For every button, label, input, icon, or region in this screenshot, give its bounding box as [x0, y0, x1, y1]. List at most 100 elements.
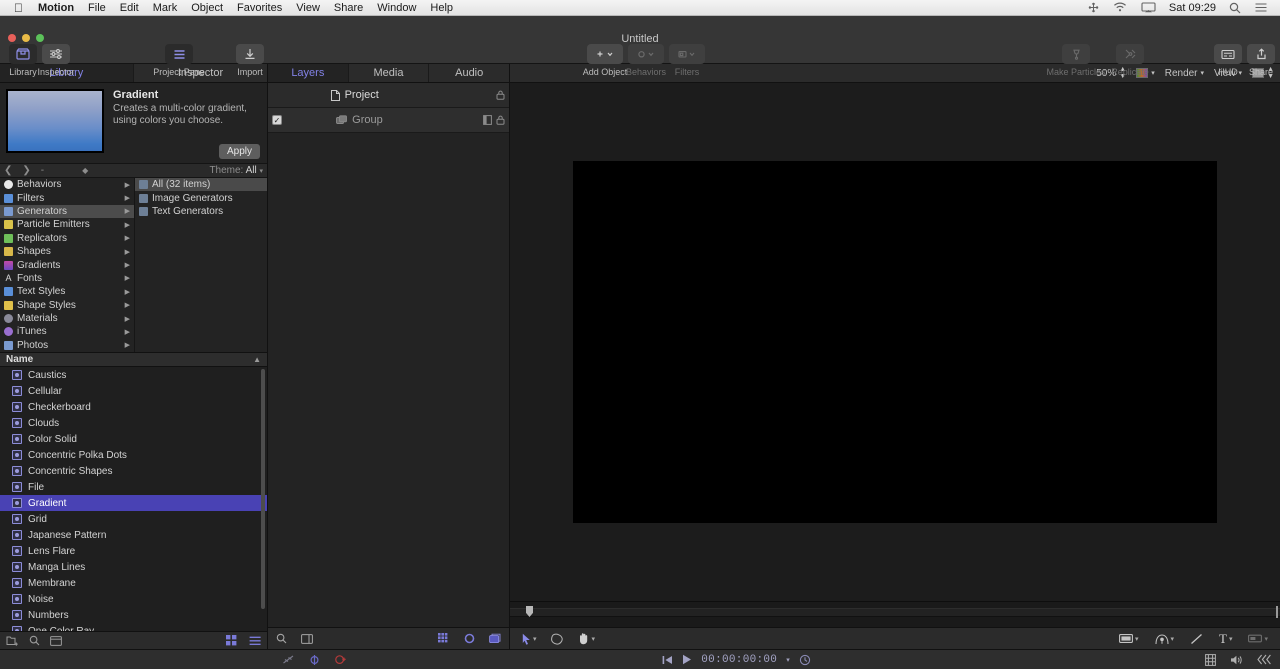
apple-icon[interactable]:  [6, 1, 31, 15]
subcategory-image-generators[interactable]: Image Generators [135, 191, 267, 204]
tab-layers[interactable]: Layers [268, 64, 349, 82]
list-item[interactable]: Membrane [0, 575, 267, 591]
list-item[interactable]: Numbers [0, 607, 267, 623]
menu-item-mark[interactable]: Mark [146, 0, 184, 16]
tab-audio[interactable]: Audio [429, 64, 509, 82]
category-shape-styles[interactable]: Shape Styles ▶ [0, 299, 134, 312]
chevron-down-icon[interactable]: ▾ [786, 656, 790, 664]
clock-icon[interactable] [799, 654, 811, 666]
theme-filter[interactable]: Theme: All ▾ [209, 165, 263, 176]
lock-icon[interactable] [496, 115, 505, 125]
list-item[interactable]: File [0, 479, 267, 495]
layer-row-project[interactable]: Project [268, 83, 509, 108]
screen-mirror-icon[interactable] [1134, 2, 1163, 13]
category-photos[interactable]: Photos ▶ [0, 339, 134, 352]
chevron-right-icon[interactable]: ❯ [22, 165, 30, 176]
library-item-list[interactable]: Caustics Cellular Checkerboard Clouds Co… [0, 367, 267, 631]
menu-item-file[interactable]: File [81, 0, 113, 16]
blend-icon[interactable] [483, 115, 492, 125]
share-button[interactable]: Share [1246, 44, 1276, 77]
filters-button[interactable]: Filters [668, 44, 706, 77]
menu-item-window[interactable]: Window [370, 0, 423, 16]
subcategory-all[interactable]: All (32 items) [135, 178, 267, 192]
inspector-button[interactable]: Inspector [37, 44, 75, 77]
list-item[interactable]: Japanese Pattern [0, 527, 267, 543]
layer-list[interactable]: Project ✓ Group [268, 83, 509, 627]
lock-icon[interactable] [496, 90, 505, 100]
list-item[interactable]: Concentric Shapes [0, 463, 267, 479]
list-item[interactable]: One Color Ray [0, 623, 267, 631]
category-particle-emitters[interactable]: Particle Emitters ▶ [0, 218, 134, 231]
list-item[interactable]: Manga Lines [0, 559, 267, 575]
list-item[interactable]: Grid [0, 511, 267, 527]
filmstrip-icon[interactable] [1205, 653, 1216, 666]
line-tool-icon[interactable] [1190, 633, 1203, 645]
category-shapes[interactable]: Shapes ▶ [0, 245, 134, 258]
layer-row-group[interactable]: ✓ Group [268, 108, 509, 133]
chevron-left-icon[interactable]: ❮ [4, 165, 12, 176]
skip-back-icon[interactable] [662, 655, 673, 665]
sort-stepper-icon[interactable]: ◆ [82, 166, 88, 175]
list-item[interactable]: Lens Flare [0, 543, 267, 559]
shape-tool-icon[interactable] [550, 633, 564, 645]
text-tool[interactable]: T ▾ [1219, 631, 1232, 647]
paint-tool[interactable]: ▾ [1155, 633, 1174, 645]
category-fonts[interactable]: A Fonts ▶ [0, 272, 134, 285]
filters-icon[interactable] [489, 633, 501, 644]
select-tool[interactable]: ▾ [522, 633, 537, 645]
layer-visibility-checkbox[interactable]: ✓ [272, 115, 282, 125]
category-materials[interactable]: Materials ▶ [0, 312, 134, 325]
wifi-icon[interactable] [1106, 2, 1134, 13]
menu-item-motion[interactable]: Motion [31, 0, 81, 16]
timeline-icon[interactable] [1257, 654, 1272, 665]
category-filters[interactable]: Filters ▶ [0, 191, 134, 204]
menu-item-view[interactable]: View [289, 0, 327, 16]
timecode-display[interactable]: 00:00:00:00 [701, 654, 777, 666]
category-replicators[interactable]: Replicators ▶ [0, 232, 134, 245]
timeline-track[interactable] [510, 608, 1280, 617]
list-item[interactable]: Checkerboard [0, 399, 267, 415]
behaviors-button[interactable]: Behaviors [626, 44, 666, 77]
add-object-button[interactable]: Add Object [583, 44, 627, 77]
replicate-button[interactable]: Replicate [1106, 44, 1154, 77]
search-icon[interactable] [276, 633, 287, 644]
list-view-icon[interactable] [249, 635, 261, 646]
list-item[interactable]: Caustics [0, 367, 267, 383]
list-item[interactable]: Clouds [0, 415, 267, 431]
menu-item-object[interactable]: Object [184, 0, 230, 16]
panel-icon[interactable] [301, 633, 313, 644]
audio-icon[interactable] [1230, 654, 1243, 666]
category-behaviors[interactable]: Behaviors ▶ [0, 178, 134, 191]
import-button[interactable]: Import [235, 44, 265, 77]
mini-timeline[interactable] [510, 601, 1280, 627]
list-item-gradient[interactable]: Gradient [0, 495, 267, 511]
search-icon[interactable] [1222, 2, 1248, 14]
project-canvas[interactable] [573, 161, 1217, 523]
play-icon[interactable] [682, 654, 692, 665]
list-item[interactable]: Color Solid [0, 431, 267, 447]
canvas-viewer[interactable] [510, 83, 1280, 601]
list-item[interactable]: Noise [0, 591, 267, 607]
category-generators[interactable]: Generators ▶ [0, 204, 134, 219]
rectangle-tool[interactable]: ▾ [1119, 633, 1139, 644]
new-folder-icon[interactable] [6, 635, 19, 646]
tab-media[interactable]: Media [349, 64, 430, 82]
panel-icon[interactable] [50, 635, 62, 646]
hud-button[interactable]: HUD [1213, 44, 1243, 77]
make-particles-button[interactable]: Make Particles [1046, 44, 1106, 77]
timeline-end-marker[interactable] [1276, 606, 1278, 618]
grid-view-icon[interactable] [226, 635, 237, 646]
control-center-icon[interactable] [1248, 2, 1274, 13]
list-item[interactable]: Concentric Polka Dots [0, 447, 267, 463]
search-icon[interactable] [29, 635, 40, 646]
list-item[interactable]: Cellular [0, 383, 267, 399]
behaviors-icon[interactable] [464, 633, 475, 644]
airplay-move-icon[interactable] [1081, 2, 1106, 13]
mask-tool[interactable]: ▾ [1248, 633, 1268, 644]
subcategory-text-generators[interactable]: Text Generators [135, 205, 267, 218]
mask-icon[interactable] [438, 633, 450, 644]
menu-item-help[interactable]: Help [423, 0, 460, 16]
menu-item-edit[interactable]: Edit [113, 0, 146, 16]
category-gradients[interactable]: Gradients ▶ [0, 258, 134, 271]
category-itunes[interactable]: iTunes ▶ [0, 325, 134, 338]
